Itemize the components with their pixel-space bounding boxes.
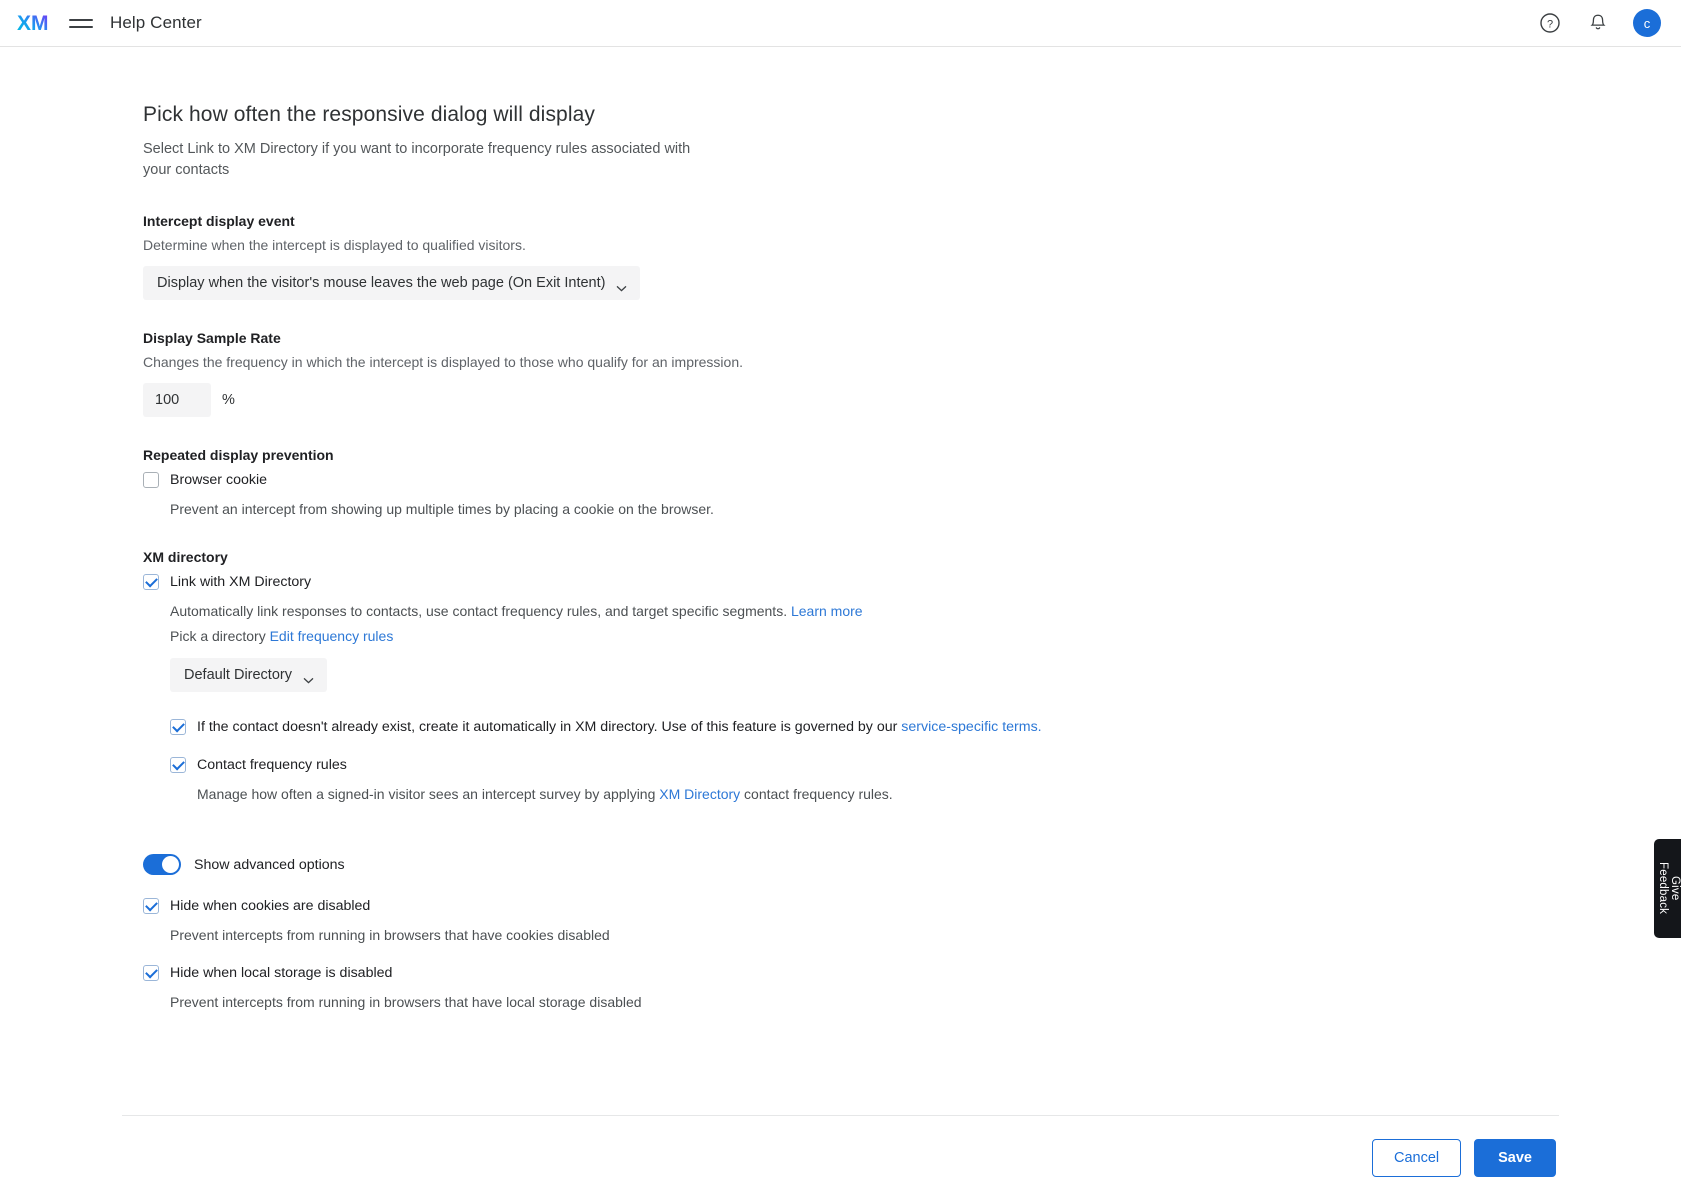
give-feedback-tab[interactable]: Give Feedback — [1654, 839, 1681, 938]
link-with-xm-directory-row[interactable]: Link with XM Directory — [143, 573, 1560, 591]
auto-create-contact-text: If the contact doesn't already exist, cr… — [197, 719, 902, 735]
contact-frequency-rules-row[interactable]: Contact frequency rules — [170, 756, 1560, 774]
service-specific-terms-link[interactable]: service-specific terms. — [901, 719, 1041, 735]
hide-when-local-storage-disabled-label: Hide when local storage is disabled — [170, 965, 393, 981]
link-with-xm-directory-checkbox[interactable] — [143, 574, 159, 590]
browser-cookie-checkbox-row[interactable]: Browser cookie — [143, 471, 1560, 489]
header-actions: ? c — [1537, 9, 1661, 37]
auto-create-contact-row[interactable]: If the contact doesn't already exist, cr… — [170, 718, 1560, 736]
hide-when-local-storage-disabled-description: Prevent intercepts from running in brows… — [170, 994, 642, 1010]
settings-content: Pick how often the responsive dialog wil… — [0, 47, 1560, 1012]
hamburger-menu-icon[interactable] — [69, 10, 95, 36]
contact-frequency-rules-block: Contact frequency rules Manage how often… — [170, 756, 1560, 804]
pick-a-directory-row: Pick a directory Edit frequency rules — [170, 628, 1560, 644]
browser-cookie-description: Prevent an intercept from showing up mul… — [170, 501, 714, 517]
show-advanced-options-row[interactable]: Show advanced options — [143, 854, 1560, 875]
hide-when-cookies-disabled-checkbox[interactable] — [143, 898, 159, 914]
directory-select-wrap: Default Directory — [170, 658, 1560, 692]
intercept-display-event-label: Intercept display event — [143, 213, 295, 229]
pick-a-directory-label: Pick a directory — [170, 628, 266, 644]
repeated-display-prevention-label: Repeated display prevention — [143, 447, 334, 463]
chevron-down-icon — [616, 280, 627, 291]
browser-cookie-checkbox[interactable] — [143, 472, 159, 488]
hide-when-local-storage-disabled-checkbox[interactable] — [143, 965, 159, 981]
contact-frequency-rules-checkbox[interactable] — [170, 757, 186, 773]
svg-text:XM: XM — [17, 12, 49, 35]
xm-directory-label: XM directory — [143, 549, 228, 565]
link-with-xm-directory-description: Automatically link responses to contacts… — [170, 603, 788, 619]
link-with-xm-directory-label: Link with XM Directory — [170, 574, 312, 590]
contact-frequency-rules-description-before: Manage how often a signed-in visitor see… — [197, 786, 660, 802]
display-sample-rate-label: Display Sample Rate — [143, 330, 281, 346]
auto-create-contact-block: If the contact doesn't already exist, cr… — [170, 718, 1560, 736]
display-sample-rate-row: % — [143, 383, 1560, 417]
hide-when-local-storage-disabled-row[interactable]: Hide when local storage is disabled — [143, 964, 1560, 982]
percent-symbol: % — [222, 392, 235, 408]
svg-text:?: ? — [1547, 19, 1553, 31]
browser-cookie-label: Browser cookie — [170, 472, 267, 488]
section-repeated-display-prevention: Repeated display prevention Browser cook… — [143, 447, 1560, 519]
contact-frequency-rules-label: Contact frequency rules — [197, 757, 347, 773]
contact-frequency-rules-description-wrap: Manage how often a signed-in visitor see… — [197, 784, 1560, 804]
section-advanced-options: Show advanced options Hide when cookies … — [143, 854, 1560, 1012]
contact-frequency-rules-description-after: contact frequency rules. — [740, 786, 893, 802]
page-title: Pick how often the responsive dialog wil… — [143, 103, 595, 126]
auto-create-contact-checkbox[interactable] — [170, 719, 186, 735]
section-xm-directory: XM directory Link with XM Directory Auto… — [143, 549, 1560, 804]
show-advanced-options-label: Show advanced options — [194, 856, 345, 873]
save-button[interactable]: Save — [1474, 1138, 1556, 1177]
top-header-bar: XM Help Center ? c — [0, 0, 1681, 47]
directory-selected-value: Default Directory — [184, 667, 292, 683]
section-intercept-display-event: Intercept display event Determine when t… — [143, 213, 1560, 300]
footer-buttons: Cancel Save — [0, 1116, 1681, 1177]
toggle-knob — [162, 856, 179, 873]
intercept-display-event-selected-value: Display when the visitor's mouse leaves … — [157, 275, 606, 291]
app-title: Help Center — [110, 13, 202, 32]
auto-create-contact-label: If the contact doesn't already exist, cr… — [197, 718, 1042, 736]
xm-directory-link[interactable]: XM Directory — [659, 786, 740, 802]
page-subtitle: Select Link to XM Directory if you want … — [143, 141, 691, 178]
hide-when-cookies-disabled-description: Prevent intercepts from running in brows… — [170, 927, 610, 943]
display-sample-rate-description: Changes the frequency in which the inter… — [143, 354, 744, 370]
hide-when-cookies-disabled-row[interactable]: Hide when cookies are disabled — [143, 897, 1560, 915]
intercept-display-event-select[interactable]: Display when the visitor's mouse leaves … — [143, 266, 641, 300]
display-sample-rate-input[interactable] — [143, 383, 211, 417]
section-display-sample-rate: Display Sample Rate Changes the frequenc… — [143, 330, 1560, 417]
link-with-xm-directory-description-wrap: Automatically link responses to contacts… — [170, 601, 1560, 621]
help-icon[interactable]: ? — [1537, 10, 1563, 36]
footer-action-bar: Cancel Save — [0, 1114, 1681, 1201]
avatar[interactable]: c — [1633, 9, 1661, 37]
notifications-bell-icon[interactable] — [1585, 10, 1611, 36]
learn-more-link[interactable]: Learn more — [791, 603, 863, 619]
xm-logo-icon[interactable]: XM — [17, 10, 57, 36]
edit-frequency-rules-link[interactable]: Edit frequency rules — [270, 628, 394, 644]
intercept-display-event-description: Determine when the intercept is displaye… — [143, 237, 526, 253]
cancel-button[interactable]: Cancel — [1371, 1138, 1462, 1177]
directory-select[interactable]: Default Directory — [170, 658, 327, 692]
page-body: Pick how often the responsive dialog wil… — [0, 47, 1681, 1201]
hide-when-cookies-disabled-label: Hide when cookies are disabled — [170, 898, 371, 914]
chevron-down-icon — [303, 672, 314, 683]
show-advanced-options-toggle[interactable] — [143, 854, 181, 875]
